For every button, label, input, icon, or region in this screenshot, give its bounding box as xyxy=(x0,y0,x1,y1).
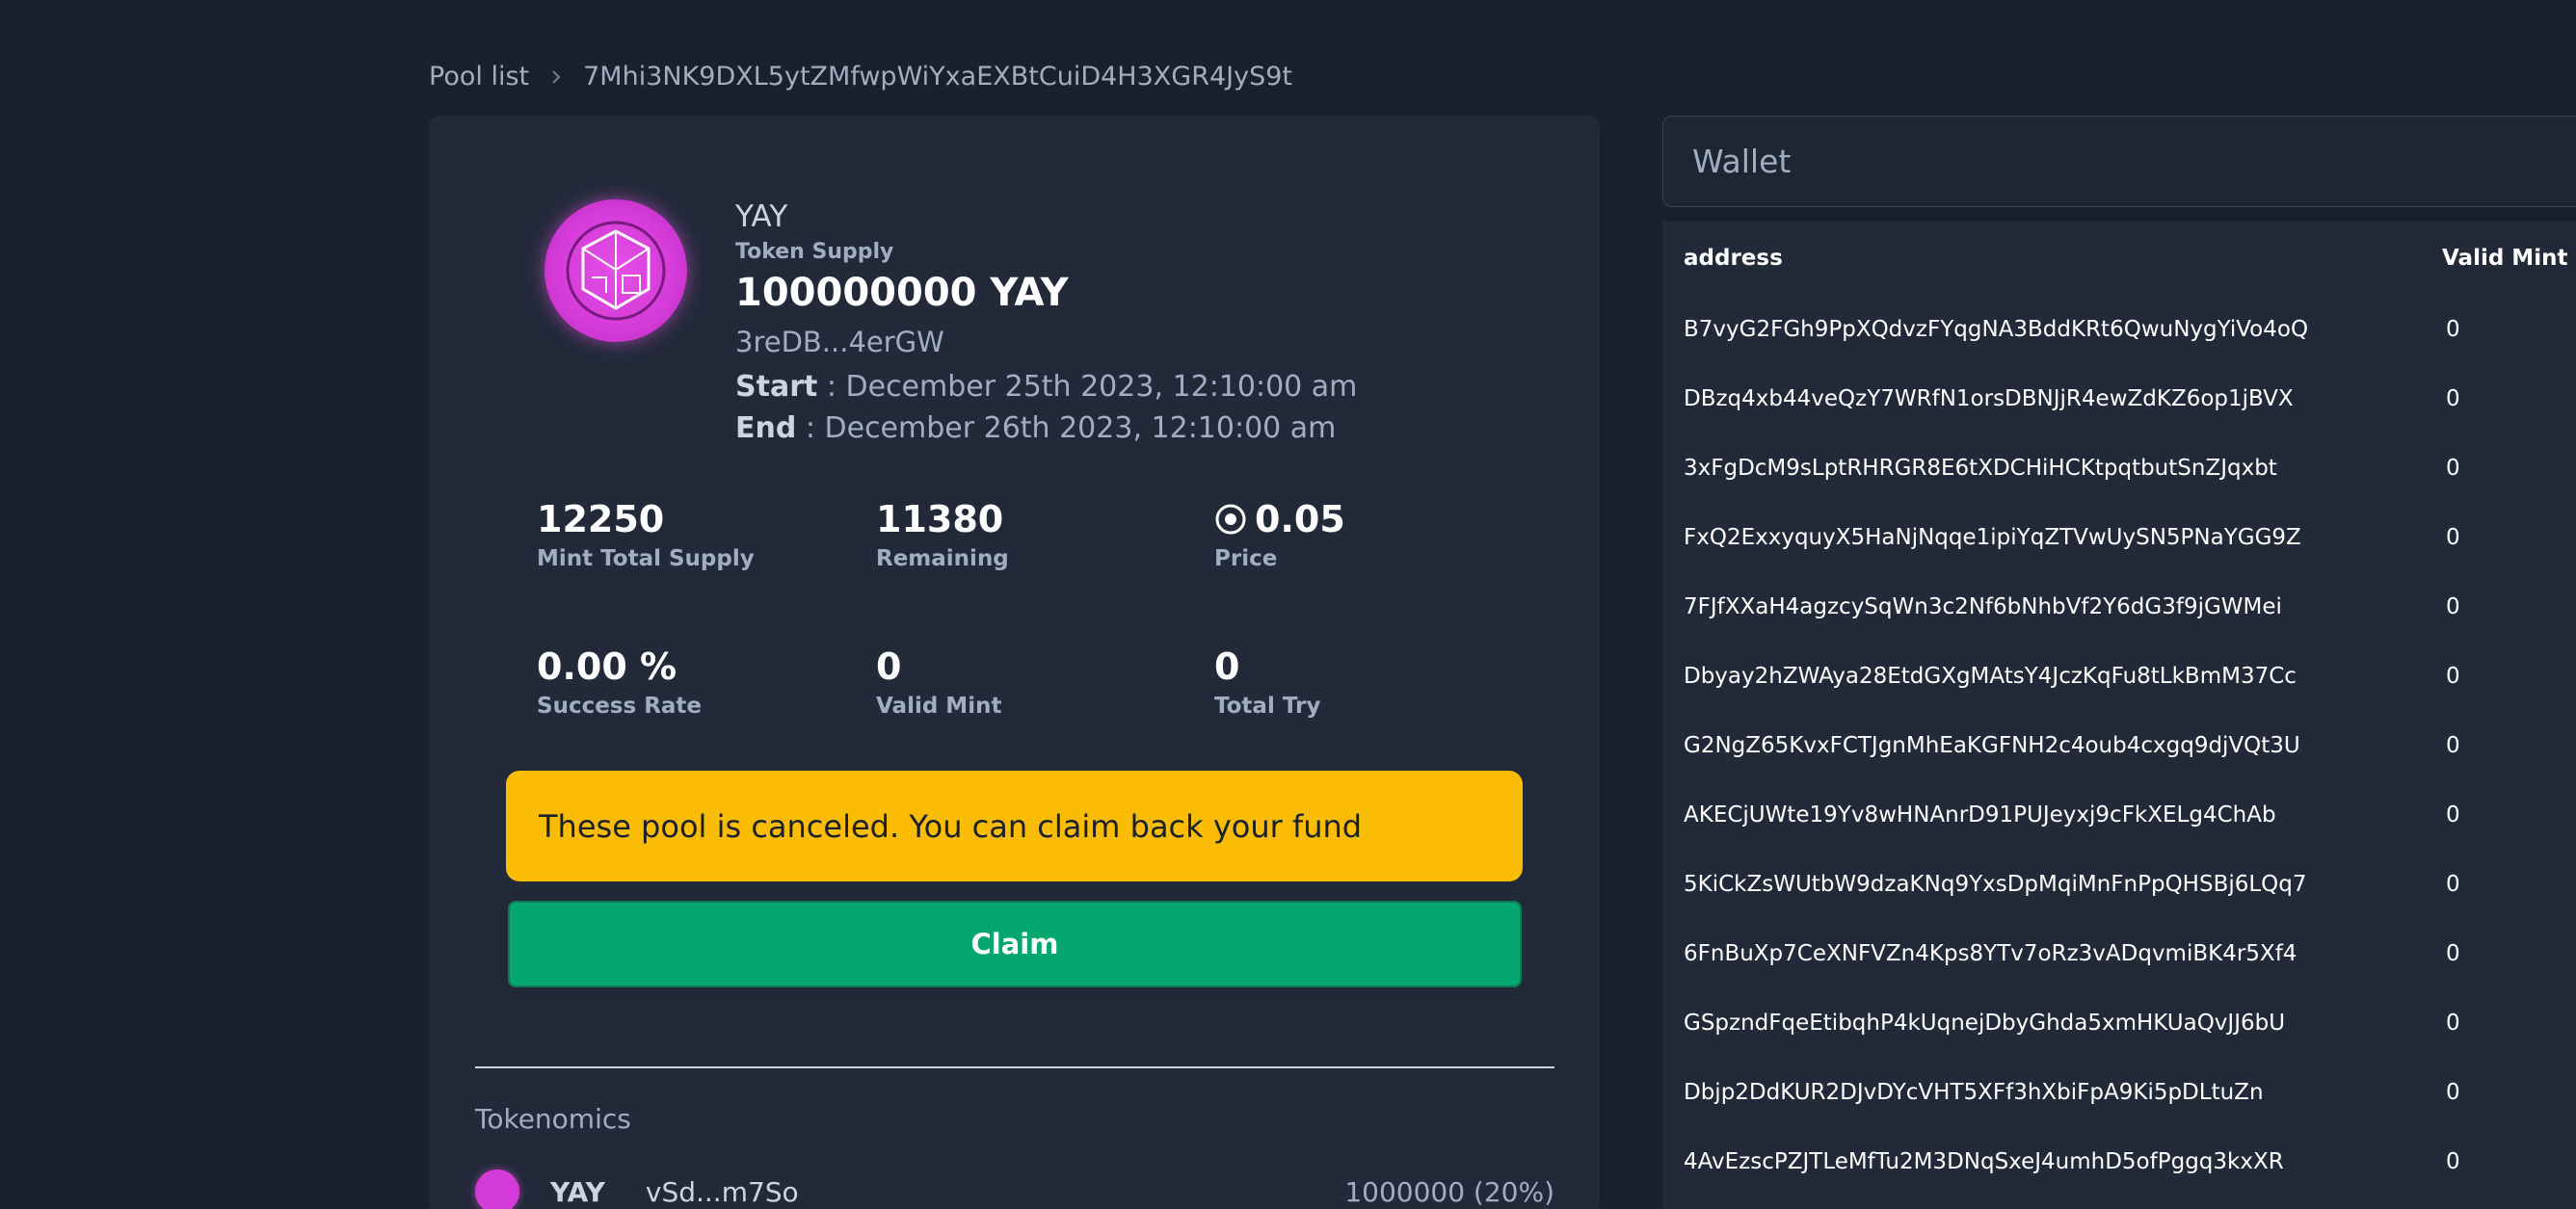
stat-mint-total-supply: 12250 Mint Total Supply xyxy=(537,498,755,571)
table-row: B7vyG2FGh9PpXQdvzFYqgNA3BddKRt6QwuNygYiV… xyxy=(1662,295,2576,364)
table-row: Dbyay2hZWAya28EtdGXgMAtsY4JczKqFu8tLkBmM… xyxy=(1662,642,2576,711)
token-logo-icon xyxy=(566,221,666,321)
pool-canceled-alert: These pool is canceled. You can claim ba… xyxy=(506,771,1523,881)
row-address[interactable]: GSpzndFqeEtibqhP4kUqnejDbyGhda5xmHKUaQvJ… xyxy=(1684,1011,2442,1036)
stat-value: 0 xyxy=(1214,645,1240,688)
row-address[interactable]: 7FJfXXaH4agzcySqWn3c2Nf6bNhbVf2Y6dG3f9jG… xyxy=(1684,594,2442,619)
stat-value: 0.00 % xyxy=(537,645,677,688)
pool-detail-page: Pool list 7Mhi3NK9DXL5ytZMfwpWiYxaEXBtCu… xyxy=(0,0,2576,1209)
row-valid-mint: 0 xyxy=(2446,386,2460,411)
breadcrumb-current: 7Mhi3NK9DXL5ytZMfwpWiYxaEXBtCuiD4H3XGR4J… xyxy=(583,62,1292,92)
table-row: DBzq4xb44veQzY7WRfN1orsDBNJjR4ewZdKZ6op1… xyxy=(1662,364,2576,434)
tokenomics-amount: 1000000 (20%) xyxy=(1344,1175,1554,1208)
divider xyxy=(475,1066,1554,1068)
table-row: Dbjp2DdKUR2DJvDYcVHT5XFf3hXbiFpA9Ki5pDLt… xyxy=(1662,1058,2576,1127)
tokenomics-symbol: YAY xyxy=(550,1175,605,1208)
stat-label: Remaining xyxy=(876,546,1009,571)
row-address[interactable]: 3xFgDcM9sLptRHRGR8E6tXDCHiHCKtpqtbutSnZJ… xyxy=(1684,456,2442,481)
row-valid-mint: 0 xyxy=(2446,1080,2460,1105)
table-row: 4AvEzscPZJTLeMfTu2M3DNqSxeJ4umhD5ofPggq3… xyxy=(1662,1127,2576,1196)
tokenomics-address[interactable]: vSd...m7So xyxy=(646,1176,799,1208)
start-value: : December 25th 2023, 12:10:00 am xyxy=(817,370,1358,404)
row-address[interactable]: Dbyay2hZWAya28EtdGXgMAtsY4JczKqFu8tLkBmM… xyxy=(1684,664,2442,689)
breadcrumb: Pool list 7Mhi3NK9DXL5ytZMfwpWiYxaEXBtCu… xyxy=(429,62,1292,92)
end-value: : December 26th 2023, 12:10:00 am xyxy=(796,411,1337,445)
row-valid-mint: 0 xyxy=(2446,525,2460,550)
row-valid-mint: 0 xyxy=(2446,317,2460,342)
row-address[interactable]: AKECjUWte19Yv8wHNAnrD91PUJeyxj9cFkXELg4C… xyxy=(1684,802,2442,828)
token-end-date: End : December 26th 2023, 12:10:00 am xyxy=(735,411,1357,445)
claim-button[interactable]: Claim xyxy=(508,901,1522,987)
breadcrumb-pool-list[interactable]: Pool list xyxy=(429,62,529,92)
stat-price-value: 0.05 xyxy=(1214,498,1345,540)
tokenomics-title: Tokenomics xyxy=(475,1103,631,1135)
column-header-address[interactable]: address xyxy=(1684,246,2442,271)
token-info: YAY Token Supply 100000000 YAY 3reDB...4… xyxy=(735,197,1357,445)
row-valid-mint: 0 xyxy=(2446,664,2460,689)
row-valid-mint: 0 xyxy=(2446,733,2460,758)
table-row: GSpzndFqeEtibqhP4kUqnejDbyGhda5xmHKUaQvJ… xyxy=(1662,988,2576,1058)
start-label: Start xyxy=(735,370,818,404)
row-valid-mint: 0 xyxy=(2446,1011,2460,1036)
token-start-date: Start : December 25th 2023, 12:10:00 am xyxy=(735,370,1357,404)
chevron-right-icon xyxy=(548,69,564,85)
row-valid-mint: 0 xyxy=(2446,872,2460,897)
tokenomics-row: YAY vSd...m7So 1000000 (20%) xyxy=(475,1168,1554,1209)
stat-value: 11380 xyxy=(876,498,1004,540)
token-symbol: YAY xyxy=(735,199,788,234)
row-address[interactable]: DBzq4xb44veQzY7WRfN1orsDBNJjR4ewZdKZ6op1… xyxy=(1684,386,2442,411)
table-header: address Valid Mint xyxy=(1662,222,2576,295)
row-valid-mint: 0 xyxy=(2446,802,2460,828)
stat-valid-mint: 0 Valid Mint xyxy=(876,645,1001,719)
token-address[interactable]: 3reDB...4erGW xyxy=(735,326,1357,358)
stat-value: 0.05 xyxy=(1255,498,1345,540)
row-address[interactable]: Dbjp2DdKUR2DJvDYcVHT5XFf3hXbiFpA9Ki5pDLt… xyxy=(1684,1080,2442,1105)
end-label: End xyxy=(735,411,797,445)
table-row: FxQ2ExxyquyX5HaNjNqqe1ipiYqZTVwUySN5PNaY… xyxy=(1662,503,2576,572)
stat-value: 12250 xyxy=(537,498,665,540)
stat-label: Mint Total Supply xyxy=(537,546,755,571)
table-row: 6FnBuXp7CeXNFVZn4Kps8YTv7oRz3vADqvmiBK4r… xyxy=(1662,919,2576,988)
row-valid-mint: 0 xyxy=(2446,456,2460,481)
stat-label: Total Try xyxy=(1214,694,1321,719)
stat-remaining: 11380 Remaining xyxy=(876,498,1009,571)
token-logo-icon xyxy=(475,1170,519,1209)
stat-label: Valid Mint xyxy=(876,694,1002,719)
stat-label: Price xyxy=(1214,546,1278,571)
row-address[interactable]: 5KiCkZsWUtbW9dzaKNq9YxsDpMqiMnFnPpQHSBj6… xyxy=(1684,872,2442,897)
row-address[interactable]: 6FnBuXp7CeXNFVZn4Kps8YTv7oRz3vADqvmiBK4r… xyxy=(1684,941,2442,966)
stat-success-rate: 0.00 % Success Rate xyxy=(537,645,702,719)
table-row: G2NgZ65KvxFCTJgnMhEaKGFNH2c4oub4cxgq9djV… xyxy=(1662,711,2576,780)
table-row: AKECjUWte19Yv8wHNAnrD91PUJeyxj9cFkXELg4C… xyxy=(1662,780,2576,850)
row-address[interactable]: 4AvEzscPZJTLeMfTu2M3DNqSxeJ4umhD5ofPggq3… xyxy=(1684,1149,2442,1174)
token-logo xyxy=(544,199,687,342)
row-address[interactable]: G2NgZ65KvxFCTJgnMhEaKGFNH2c4oub4cxgq9djV… xyxy=(1684,733,2442,758)
token-supply-label: Token Supply xyxy=(735,240,894,264)
table-row: 3xFgDcM9sLptRHRGR8E6tXDCHiHCKtpqtbutSnZJ… xyxy=(1662,434,2576,503)
row-valid-mint: 0 xyxy=(2446,1149,2460,1174)
stat-total-try: 0 Total Try xyxy=(1214,645,1320,719)
wallet-table: address Valid Mint B7vyG2FGh9PpXQdvzFYqg… xyxy=(1662,222,2576,1209)
table-row: 7FJfXXaH4agzcySqWn3c2Nf6bNhbVf2Y6dG3f9jG… xyxy=(1662,572,2576,642)
row-valid-mint: 0 xyxy=(2446,941,2460,966)
stat-value: 0 xyxy=(876,645,902,688)
row-address[interactable]: B7vyG2FGh9PpXQdvzFYqgNA3BddKRt6QwuNygYiV… xyxy=(1684,317,2442,342)
column-header-valid-mint[interactable]: Valid Mint xyxy=(2442,246,2567,271)
table-row: 5KiCkZsWUtbW9dzaKNq9YxsDpMqiMnFnPpQHSBj6… xyxy=(1662,850,2576,919)
row-address[interactable]: FxQ2ExxyquyX5HaNjNqqe1ipiYqZTVwUySN5PNaY… xyxy=(1684,525,2442,550)
token-supply-value: 100000000 YAY xyxy=(735,271,1069,315)
wallet-search-input[interactable] xyxy=(1662,116,2576,207)
stat-price: 0.05 Price xyxy=(1214,498,1345,571)
stat-label: Success Rate xyxy=(537,694,703,719)
solana-circle-icon xyxy=(1215,504,1246,535)
row-valid-mint: 0 xyxy=(2446,594,2460,619)
